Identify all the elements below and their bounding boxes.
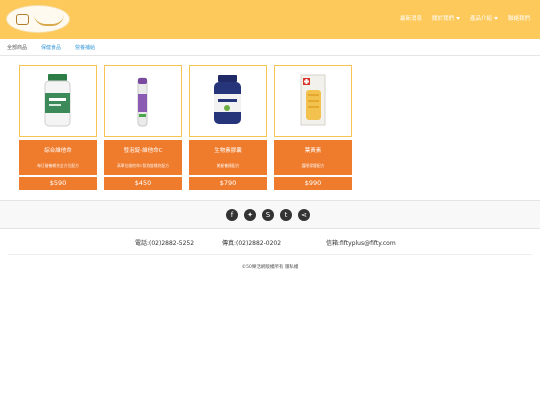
social-links: f ✦ S t ⋖ [226, 209, 310, 221]
product-price[interactable]: $450 [104, 177, 182, 190]
product-card[interactable]: 生物素膠囊 美髮養顏配方 $790 [189, 65, 267, 190]
top-header: 最新消息 關於我們 產品介紹 聯絡我們 [0, 0, 540, 39]
nav-item-about[interactable]: 關於我們 [432, 14, 460, 22]
footer-divider [8, 254, 532, 255]
main-nav: 最新消息 關於我們 產品介紹 聯絡我們 [400, 14, 530, 22]
twitter-icon[interactable]: ✦ [244, 209, 256, 221]
product-card[interactable]: 發泡錠-維他命C 高單位維他命C發泡錠補充配方 $450 [104, 65, 182, 190]
nav-label: 聯絡我們 [507, 16, 530, 22]
product-name: 發泡錠-維他命C [123, 148, 163, 154]
nav-label: 最新消息 [399, 16, 422, 22]
product-desc: 每日營養補充全方位配方 [37, 163, 79, 168]
tab-health-food[interactable]: 保健食品 [41, 44, 61, 51]
copyright-text: ©50樂活網版權所有 隱私權 [241, 265, 299, 270]
product-price[interactable]: $990 [274, 177, 352, 190]
contact-email[interactable]: 信箱:fiftyplus@fifty.com [326, 238, 396, 247]
supplement-box-icon [300, 74, 326, 126]
product-info: 綜合維他命 每日營養補充全方位配方 [19, 140, 97, 175]
nav-item-contact[interactable]: 聯絡我們 [508, 14, 530, 22]
product-image[interactable] [104, 65, 182, 137]
share-icon[interactable]: ⋖ [298, 209, 310, 221]
product-desc: 護眼保健配方 [301, 163, 325, 168]
nav-label: 產品介紹 [469, 16, 492, 22]
logo-mark-icon [16, 14, 29, 25]
multivitamin-bottle-icon [44, 74, 71, 127]
product-image[interactable] [189, 65, 267, 137]
nav-label: 關於我們 [431, 16, 454, 22]
tab-all[interactable]: 全部商品 [7, 44, 27, 51]
nav-item-news[interactable]: 最新消息 [400, 14, 422, 22]
contact-phone: 電話:(02)2882-5252 [135, 240, 195, 247]
product-image[interactable] [19, 65, 97, 137]
product-price[interactable]: $790 [189, 177, 267, 190]
product-image[interactable] [274, 65, 352, 137]
tumblr-icon[interactable]: t [280, 209, 292, 221]
social-bar: f ✦ S t ⋖ [0, 200, 540, 229]
brand-logo[interactable] [6, 5, 70, 33]
product-info: 生物素膠囊 美髮養顏配方 [189, 140, 267, 175]
product-info: 葉黃素 護眼保健配方 [274, 140, 352, 175]
facebook-icon[interactable]: f [226, 209, 238, 221]
product-card[interactable]: 葉黃素 護眼保健配方 $990 [274, 65, 352, 190]
effervescent-tube-icon [137, 77, 148, 127]
product-info: 發泡錠-維他命C 高單位維他命C發泡錠補充配方 [104, 140, 182, 175]
biotin-bottle-icon [214, 75, 241, 124]
caret-down-icon [493, 16, 498, 20]
product-name: 葉黃素 [304, 148, 322, 154]
product-name: 綜合維他命 [44, 148, 72, 154]
tab-nutrition[interactable]: 營養補給 [75, 44, 95, 51]
category-tabs: 全部商品 保健食品 營養補給 [0, 39, 540, 56]
product-desc: 美髮養顏配方 [216, 163, 240, 168]
product-desc: 高單位維他命C發泡錠補充配方 [116, 163, 169, 168]
product-grid: 綜合維他命 每日營養補充全方位配方 $590 發泡錠-維他命C 高單位維他命C發… [19, 65, 352, 190]
nav-item-products[interactable]: 產品介紹 [470, 14, 498, 22]
product-price[interactable]: $590 [19, 177, 97, 190]
product-card[interactable]: 綜合維他命 每日營養補充全方位配方 $590 [19, 65, 97, 190]
skype-icon[interactable]: S [262, 209, 274, 221]
contact-fax: 傳真:(02)2882-0202 [222, 240, 282, 247]
caret-down-icon [455, 16, 460, 20]
product-name: 生物素膠囊 [214, 148, 242, 154]
logo-script-icon [34, 13, 64, 26]
